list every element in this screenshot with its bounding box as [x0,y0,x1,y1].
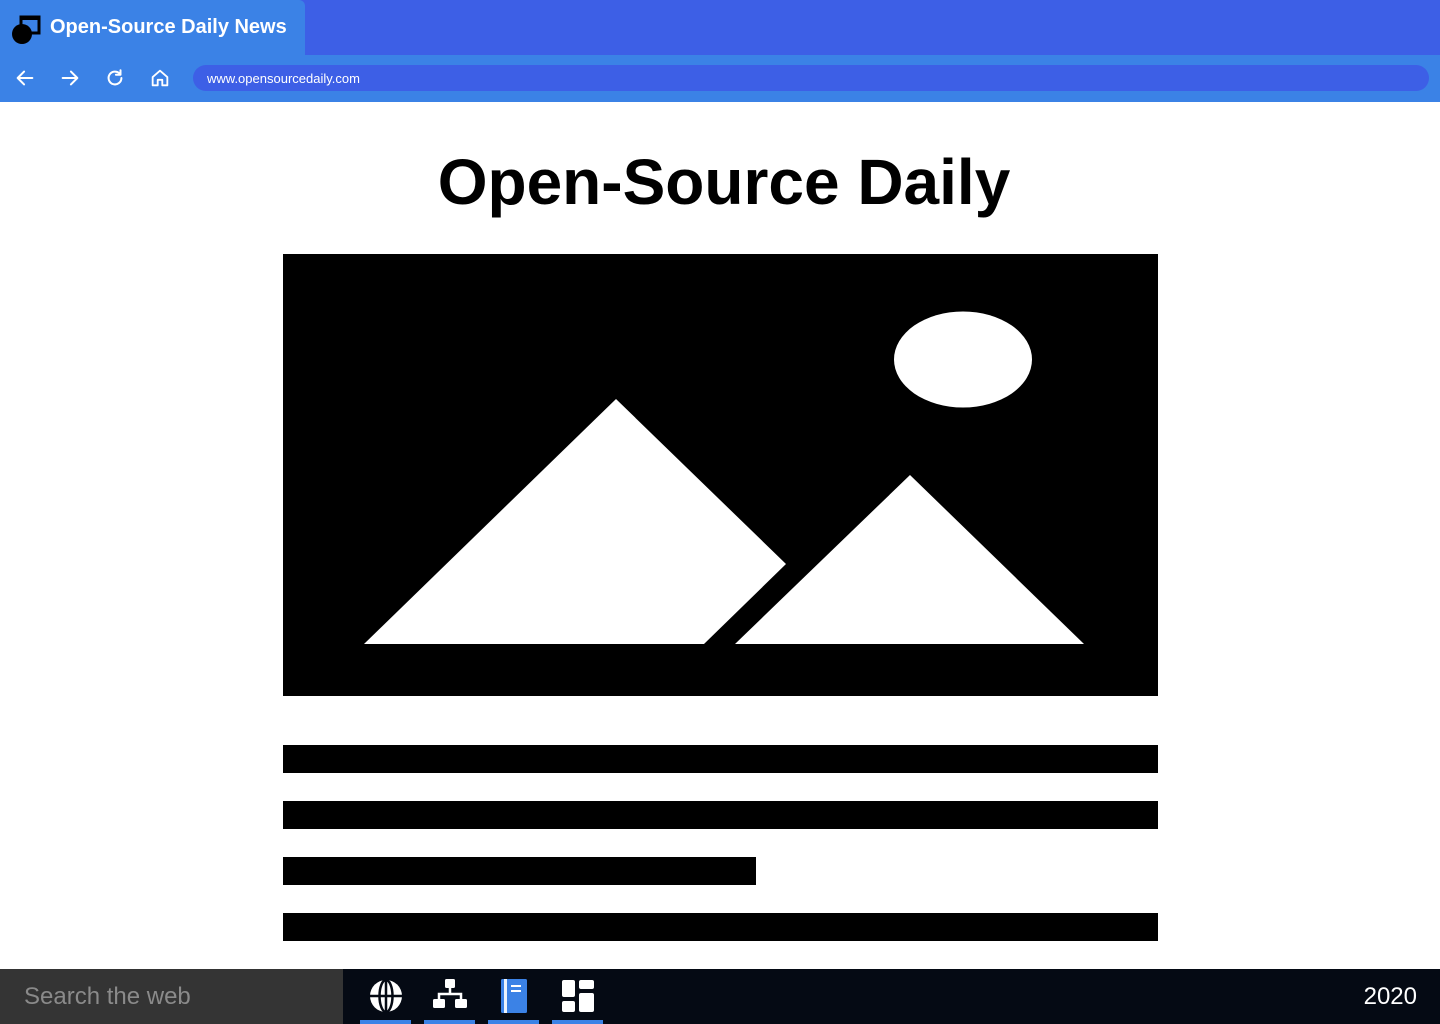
home-icon [151,69,169,87]
search-input[interactable] [0,969,343,1024]
home-button[interactable] [147,65,173,91]
page-title: Open-Source Daily [437,146,1011,218]
text-line-placeholder [283,913,1158,941]
arrow-left-icon [16,70,34,86]
active-indicator [488,1020,539,1024]
text-line-placeholder [283,745,1158,773]
address-url: www.opensourcedaily.com [207,71,360,86]
window-restore-icon [12,15,41,44]
active-indicator [424,1020,475,1024]
taskbar-clock: 2020 [1363,983,1417,1010]
reload-button[interactable] [102,65,128,91]
tab-strip: Open-Source Daily News [0,0,1440,55]
forward-button[interactable] [57,65,83,91]
reload-icon [107,69,123,86]
browser-tab[interactable]: Open-Source Daily News [0,0,305,55]
back-button[interactable] [12,65,38,91]
address-bar[interactable]: www.opensourcedaily.com [193,65,1429,91]
taskbar-app-notes[interactable] [488,969,539,1024]
sitemap-icon [432,979,467,1008]
text-line-placeholder [283,857,756,885]
tab-title: Open-Source Daily News [50,16,287,38]
dashboard-icon [561,980,594,1012]
text-line-placeholder [283,801,1158,829]
taskbar-app-network[interactable] [424,969,475,1024]
active-indicator [360,1020,411,1024]
active-indicator [552,1020,603,1024]
image-placeholder-icon [283,254,1158,696]
taskbar: 2020 [0,969,1440,1024]
arrow-right-icon [61,70,79,86]
search-box [0,969,343,1024]
globe-icon [369,978,402,1014]
taskbar-app-browser[interactable] [360,969,411,1024]
browser-toolbar: www.opensourcedaily.com [0,55,1440,102]
notebook-icon [500,979,527,1013]
taskbar-app-dashboard[interactable] [552,969,603,1024]
